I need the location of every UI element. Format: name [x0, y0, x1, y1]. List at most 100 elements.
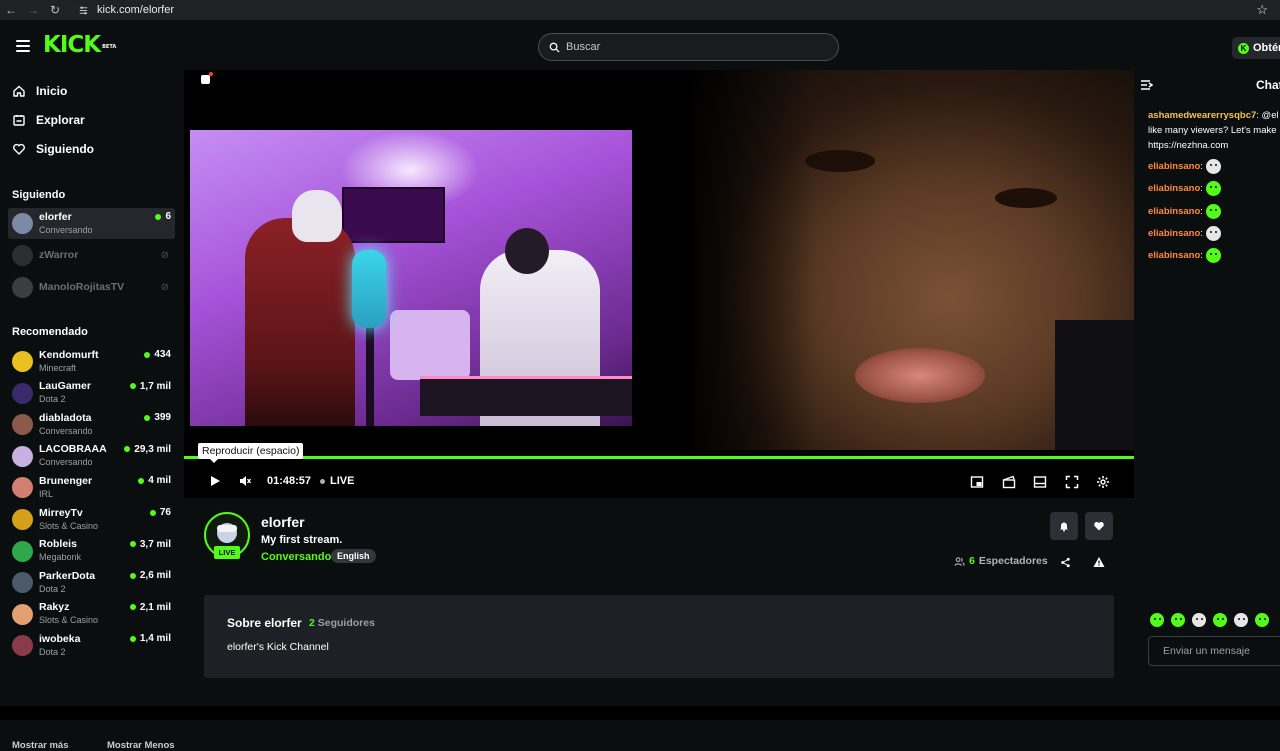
video-player[interactable]: Reproducir (espacio) 01:48:57 LIVE	[184, 70, 1134, 498]
get-app-button[interactable]: K Obtén	[1232, 37, 1280, 59]
mini-player-icon	[970, 476, 984, 488]
chat-username[interactable]: eliabinsano	[1148, 183, 1200, 194]
reload-icon[interactable]: ↻	[44, 3, 66, 17]
forward-icon[interactable]: →	[22, 3, 44, 17]
sidebar-channel-elorfer[interactable]: elorfer Conversando 6	[8, 208, 175, 239]
channel-category: Minecraft	[39, 362, 77, 373]
get-app-label: Obtén	[1253, 42, 1280, 54]
emote-icon[interactable]	[1213, 613, 1227, 627]
sidebar-channel-zwarror[interactable]: zWarror ⊘	[8, 240, 175, 271]
sidebar-channel-robleis[interactable]: Robleis Megabonk 3,7 mil	[8, 536, 175, 567]
chat-username[interactable]: eliabinsano	[1148, 206, 1200, 217]
followers-number: 2	[309, 617, 315, 629]
chat-username[interactable]: ashamedwearerrysqbc7	[1148, 110, 1256, 121]
address-bar[interactable]: kick.com/elorfer	[78, 4, 174, 16]
progress-bar[interactable]	[184, 456, 1134, 459]
sidebar-channel-laugamer[interactable]: LauGamer Dota 2 1,7 mil	[8, 378, 175, 409]
play-button[interactable]	[208, 474, 222, 488]
sidebar-channel-iwobeka[interactable]: iwobeka Dota 2 1,4 mil	[8, 630, 175, 661]
mini-player-button[interactable]	[970, 475, 984, 489]
chat-panel: Chat ashamedwearerrysqbc7: @el like many…	[1134, 70, 1280, 720]
fullscreen-button[interactable]	[1065, 475, 1079, 489]
muted-speaker-icon	[240, 476, 252, 486]
show-more-link[interactable]: Mostrar más	[12, 740, 69, 751]
chat-username[interactable]: eliabinsano	[1148, 250, 1200, 261]
sidebar-channel-rakyz[interactable]: Rakyz Slots & Casino 2,1 mil	[8, 599, 175, 630]
notifications-button[interactable]	[1050, 512, 1078, 540]
collapse-icon	[1141, 80, 1154, 90]
recommended-section-title: Recomendado	[12, 326, 88, 338]
theater-mode-button[interactable]	[1033, 475, 1047, 489]
sidebar-channel-mirreytv[interactable]: MirreyTv Slots & Casino 76	[8, 504, 175, 535]
logo-text: KICK	[43, 32, 101, 58]
chat-message: eliabinsano:	[1148, 203, 1221, 219]
avatar	[12, 635, 33, 657]
channel-category: Dota 2	[39, 394, 66, 405]
bookmark-star-icon[interactable]: ☆	[1256, 2, 1268, 18]
search-input[interactable]: Buscar	[538, 33, 839, 61]
bell-icon	[1060, 522, 1068, 532]
stream-info: LIVE elorfer My first stream. Conversand…	[184, 498, 1134, 720]
channel-category: IRL	[39, 488, 54, 499]
player-controls: 01:48:57 LIVE	[184, 470, 1134, 494]
emote-icon[interactable]	[1171, 613, 1185, 627]
emote-icon[interactable]	[1234, 613, 1248, 627]
heart-icon	[13, 143, 25, 155]
channel-name: Robleis	[39, 538, 77, 551]
back-icon[interactable]: ←	[0, 3, 22, 17]
streamer-name[interactable]: elorfer	[261, 514, 305, 530]
chat-message-input[interactable]: Enviar un mensaje	[1148, 636, 1280, 666]
emote-icon[interactable]	[1255, 613, 1269, 627]
kick-k-icon: K	[1238, 42, 1249, 54]
menu-icon[interactable]	[16, 40, 30, 52]
sidebar-channel-brunenger[interactable]: Brunenger IRL 4 mil	[8, 472, 175, 503]
live-dot-icon	[129, 572, 136, 579]
sidebar-nav-home[interactable]: Inicio	[12, 84, 67, 98]
mute-button[interactable]	[238, 474, 252, 488]
viewer-count-value: 29,3 mil	[134, 443, 171, 455]
channel-name: ParkerDota	[39, 569, 96, 582]
channel-category: Dota 2	[39, 646, 66, 657]
sidebar-nav-following[interactable]: Siguiendo	[12, 142, 94, 156]
followers-count: 2 Seguidores	[309, 617, 375, 629]
channel-name: elorfer	[39, 210, 72, 223]
avatar	[12, 572, 33, 594]
emote-icon[interactable]	[1192, 613, 1206, 627]
stream-category[interactable]: Conversando	[261, 551, 331, 563]
emote-icon[interactable]	[1150, 613, 1164, 627]
video-frame-left-camera	[190, 130, 632, 426]
sidebar-channel-parkerdota[interactable]: ParkerDota Dota 2 2,6 mil	[8, 567, 175, 598]
chat-username[interactable]: eliabinsano	[1148, 161, 1200, 172]
clip-button[interactable]	[1002, 475, 1016, 489]
live-indicator[interactable]: LIVE	[320, 475, 354, 487]
viewer-count-value: 3,7 mil	[139, 538, 171, 550]
channel-name: ManoloRojitasTV	[39, 281, 125, 293]
theater-mode-icon	[1033, 476, 1047, 488]
sidebar-channel-lacobraaa[interactable]: LACOBRAAA Conversando 29,3 mil	[8, 441, 175, 472]
nav-label: Siguiendo	[36, 142, 94, 156]
chat-text: like many viewers? Let's make	[1148, 125, 1277, 136]
chat-username[interactable]: eliabinsano	[1148, 228, 1200, 239]
viewer-count: 6	[155, 211, 171, 222]
sidebar-channel-manolorojitastv[interactable]: ManoloRojitasTV ⊘	[8, 272, 175, 303]
settings-button[interactable]	[1096, 475, 1110, 489]
collapse-chat-button[interactable]	[1140, 78, 1154, 92]
kick-logo[interactable]: KICK BETA	[43, 32, 116, 58]
sidebar-channel-diabladota[interactable]: diabladota Conversando 399	[8, 409, 175, 440]
language-tag[interactable]: English	[331, 549, 376, 563]
nav-label: Explorar	[36, 113, 85, 127]
share-button[interactable]	[1058, 555, 1072, 569]
chat-message: ashamedwearerrysqbc7: @el like many view…	[1148, 108, 1279, 153]
sidebar-channel-kendomurft[interactable]: Kendomurft Minecraft 434	[8, 346, 175, 377]
chat-title: Chat	[1256, 78, 1280, 92]
sidebar-nav-explore[interactable]: Explorar	[12, 113, 85, 127]
browser-toolbar: ← → ↻ kick.com/elorfer ☆	[0, 0, 1280, 20]
show-less-link[interactable]: Mostrar Menos	[107, 740, 175, 751]
site-settings-icon[interactable]	[78, 5, 89, 16]
viewer-count: 3,7 mil	[129, 538, 171, 550]
chat-link[interactable]: https://nezhna.com	[1148, 138, 1279, 153]
follow-button[interactable]	[1085, 512, 1113, 540]
followers-label: Seguidores	[317, 617, 375, 629]
emote-icon	[1205, 248, 1221, 264]
report-button[interactable]	[1092, 555, 1106, 569]
